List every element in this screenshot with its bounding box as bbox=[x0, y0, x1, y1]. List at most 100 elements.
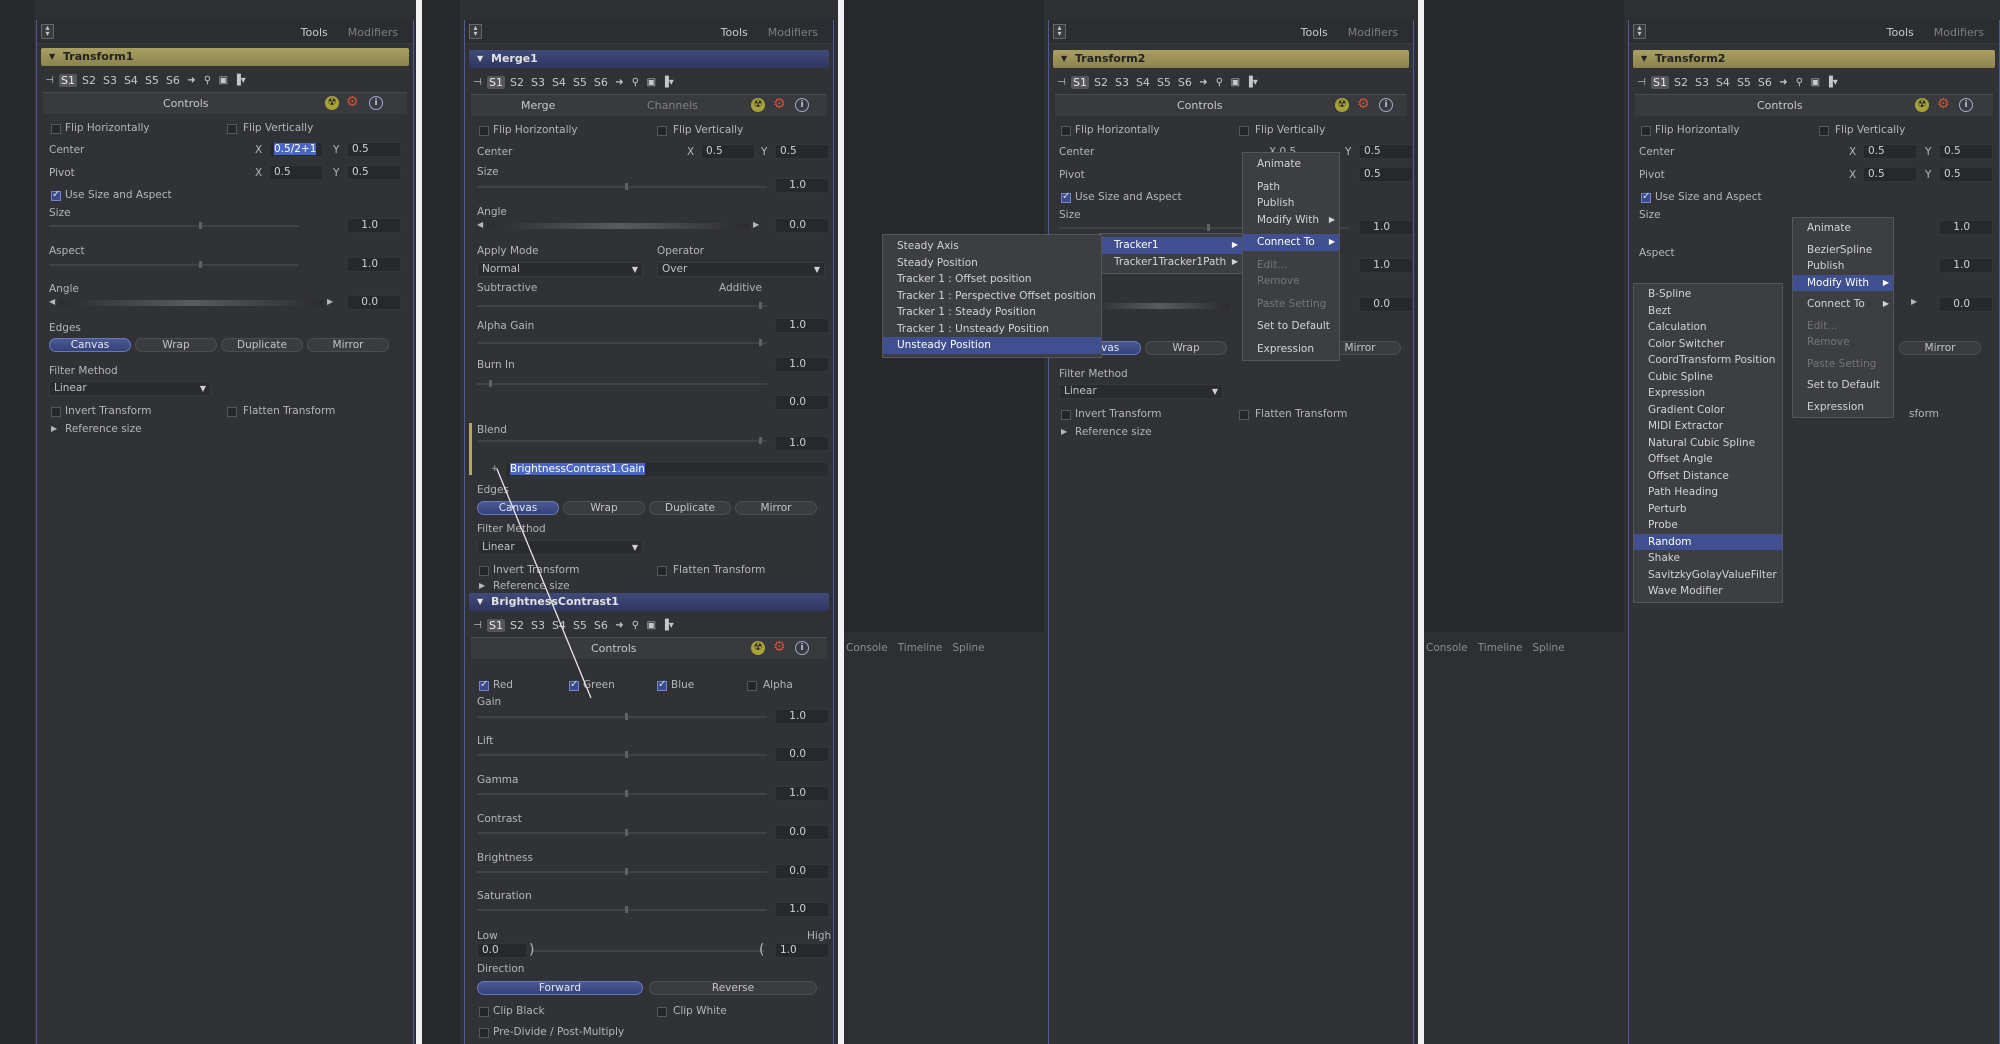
size-field[interactable]: 1.0 bbox=[775, 178, 829, 193]
pin-icon[interactable]: ⊣ bbox=[471, 619, 484, 632]
script-s6[interactable]: S6 bbox=[164, 74, 182, 87]
subtractive-additive-field[interactable]: 1.0 bbox=[775, 318, 829, 333]
pivot-y-field[interactable]: 0.5 bbox=[1939, 167, 1993, 182]
clip-white-checkbox[interactable] bbox=[657, 1007, 667, 1017]
save-icon[interactable]: ▣ bbox=[217, 74, 230, 87]
angle-field[interactable]: 0.0 bbox=[1939, 297, 1993, 312]
menu-modify-with[interactable]: Modify With ▶ bbox=[1793, 274, 1893, 291]
invert-transform-checkbox[interactable] bbox=[51, 407, 61, 417]
menu-unsteady-position[interactable]: Unsteady Position bbox=[883, 337, 1101, 354]
arrow-right-icon[interactable]: ➜ bbox=[1777, 76, 1790, 89]
apply-mode-dropdown[interactable]: Normal bbox=[477, 262, 643, 277]
flatten-transform-checkbox[interactable] bbox=[657, 566, 667, 576]
menu-modifier-item[interactable]: Shake bbox=[1634, 550, 1782, 567]
flip-vertically-checkbox[interactable] bbox=[227, 124, 237, 134]
gear-icon[interactable]: ⚙ bbox=[346, 94, 359, 110]
gear-icon[interactable]: ⚙ bbox=[773, 639, 786, 655]
clip-black-checkbox[interactable] bbox=[479, 1007, 489, 1017]
alpha-gain-field[interactable]: 1.0 bbox=[775, 357, 829, 372]
pin-icon[interactable]: ⊣ bbox=[1055, 76, 1068, 89]
burn-in-slider[interactable] bbox=[477, 380, 767, 387]
script-s5[interactable]: S5 bbox=[571, 619, 589, 632]
menu-path[interactable]: Path bbox=[1243, 179, 1339, 196]
menu-modifier-item[interactable]: Expression bbox=[1634, 385, 1782, 402]
slider-knob[interactable] bbox=[625, 713, 628, 720]
menu-tracker1[interactable]: Tracker1 ▶ bbox=[1100, 237, 1242, 254]
tab-modifiers[interactable]: Modifiers bbox=[1925, 24, 1993, 41]
blend-field[interactable]: 1.0 bbox=[775, 436, 829, 451]
aspect-slider[interactable] bbox=[49, 261, 299, 268]
angle-left-arrow-icon[interactable]: ◀ bbox=[49, 297, 55, 306]
script-s2[interactable]: S2 bbox=[508, 76, 526, 89]
menu-tracker-unsteady-position[interactable]: Tracker 1 : Unsteady Position bbox=[883, 321, 1101, 338]
save-icon[interactable]: ▣ bbox=[1809, 76, 1822, 89]
angle-left-arrow-icon[interactable]: ◀ bbox=[477, 220, 483, 229]
tool-header-transform2[interactable]: ▼ Transform2 bbox=[1053, 50, 1409, 68]
red-checkbox[interactable] bbox=[479, 679, 489, 691]
radioactive-icon[interactable]: ☢ bbox=[325, 96, 339, 110]
tab-tools[interactable]: Tools bbox=[1877, 24, 1923, 41]
low-high-range-slider[interactable] bbox=[531, 950, 765, 952]
spline-tab[interactable]: Spline bbox=[1532, 642, 1564, 654]
script-s6[interactable]: S6 bbox=[592, 619, 610, 632]
timeline-tab[interactable]: Timeline bbox=[1478, 642, 1523, 654]
edges-duplicate-button[interactable]: Duplicate bbox=[221, 338, 303, 352]
menu-modifier-item[interactable]: Bezt bbox=[1634, 303, 1782, 320]
version-icon[interactable]: ▐▾ bbox=[661, 76, 674, 89]
save-icon[interactable]: ▣ bbox=[645, 619, 658, 632]
center-y-field[interactable]: 0.5 bbox=[1939, 144, 1993, 159]
menu-bezierspline[interactable]: BezierSpline bbox=[1793, 242, 1893, 259]
angle-field[interactable]: 0.0 bbox=[775, 218, 829, 233]
brightness-field[interactable]: 0.0 bbox=[775, 864, 829, 879]
predivide-checkbox[interactable] bbox=[479, 1028, 489, 1038]
flip-horizontally-checkbox[interactable] bbox=[1641, 126, 1651, 136]
flip-vertically-checkbox[interactable] bbox=[1819, 126, 1829, 136]
link-icon[interactable]: ⚲ bbox=[1793, 76, 1806, 89]
saturation-slider[interactable] bbox=[477, 906, 767, 913]
angle-right-arrow-icon[interactable]: ▶ bbox=[327, 297, 333, 306]
blend-slider[interactable] bbox=[477, 437, 767, 444]
angle-right-arrow-icon[interactable]: ▶ bbox=[1911, 297, 1917, 306]
gear-icon[interactable]: ⚙ bbox=[1937, 96, 1950, 112]
slider-knob[interactable] bbox=[625, 751, 628, 758]
edges-wrap-button[interactable]: Wrap bbox=[563, 501, 645, 515]
gamma-field[interactable]: 1.0 bbox=[775, 786, 829, 801]
scroll-icon[interactable]: ▴ ▾ bbox=[1053, 24, 1066, 39]
flip-horizontally-checkbox[interactable] bbox=[1061, 126, 1071, 136]
version-icon[interactable]: ▐▾ bbox=[1245, 76, 1258, 89]
center-x-field[interactable]: 0.5 bbox=[701, 144, 755, 159]
tab-tools[interactable]: Tools bbox=[1291, 24, 1337, 41]
direction-forward-button[interactable]: Forward bbox=[477, 981, 643, 995]
angle-field[interactable]: 0.0 bbox=[1359, 297, 1413, 312]
script-s3[interactable]: S3 bbox=[529, 619, 547, 632]
angle-field[interactable]: 0.0 bbox=[347, 295, 401, 310]
size-slider[interactable] bbox=[49, 222, 299, 229]
menu-tracker-steady-position[interactable]: Tracker 1 : Steady Position bbox=[883, 304, 1101, 321]
pin-icon[interactable]: ⊣ bbox=[471, 76, 484, 89]
expression-plus-icon[interactable]: + bbox=[491, 464, 499, 474]
scroll-icon[interactable]: ▴ ▾ bbox=[1633, 24, 1646, 39]
pivot-y-field[interactable]: 0.5 bbox=[1359, 167, 1413, 182]
menu-connect-to[interactable]: Connect To ▶ bbox=[1793, 296, 1893, 313]
menu-edit[interactable]: Edit... bbox=[1243, 257, 1339, 274]
menu-perspective-offset-position[interactable]: Tracker 1 : Perspective Offset position bbox=[883, 288, 1101, 305]
angle-wheel[interactable] bbox=[1089, 303, 1229, 309]
script-s6[interactable]: S6 bbox=[1176, 76, 1194, 89]
flatten-transform-checkbox[interactable] bbox=[1239, 410, 1249, 420]
menu-offset-position[interactable]: Tracker 1 : Offset position bbox=[883, 271, 1101, 288]
menu-modifier-item[interactable]: Offset Distance bbox=[1634, 468, 1782, 485]
menu-modifier-item[interactable]: Perturb bbox=[1634, 501, 1782, 518]
script-s4[interactable]: S4 bbox=[550, 76, 568, 89]
tool-header-merge1[interactable]: ▼ Merge1 bbox=[469, 50, 829, 68]
use-size-aspect-checkbox[interactable] bbox=[1061, 191, 1071, 203]
slider-knob[interactable] bbox=[625, 790, 628, 797]
script-s2[interactable]: S2 bbox=[508, 619, 526, 632]
menu-modifier-item[interactable]: Natural Cubic Spline bbox=[1634, 435, 1782, 452]
invert-transform-checkbox[interactable] bbox=[479, 566, 489, 576]
center-x-field[interactable]: 0.5 bbox=[1863, 144, 1917, 159]
arrow-right-icon[interactable]: ➜ bbox=[613, 76, 626, 89]
slider-knob[interactable] bbox=[759, 437, 762, 444]
flip-vertically-checkbox[interactable] bbox=[1239, 126, 1249, 136]
tab-tools[interactable]: Tools bbox=[711, 24, 757, 41]
script-s4[interactable]: S4 bbox=[550, 619, 568, 632]
